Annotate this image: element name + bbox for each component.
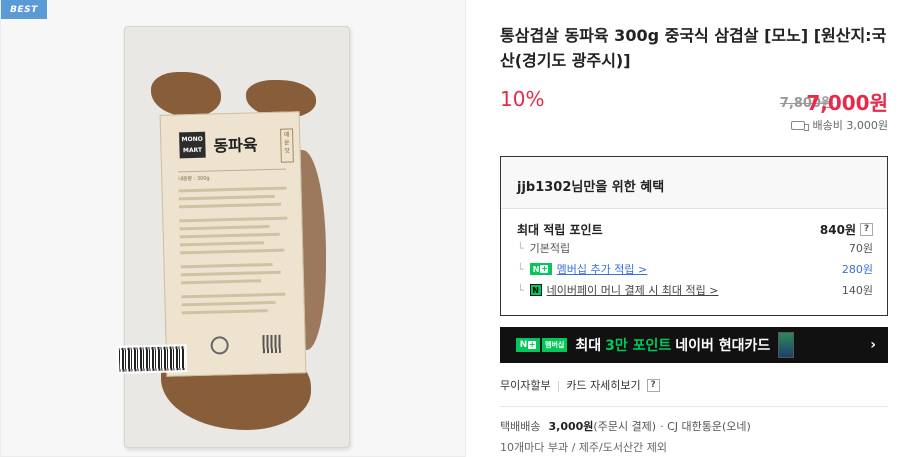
membership-badge: N + 멤버십 — [516, 338, 568, 352]
discount-rate: 10% — [500, 87, 545, 111]
divider — [500, 406, 888, 407]
payment-links: 무이자할부 | 카드 자세히보기 ? — [500, 377, 660, 393]
tree-branch-icon: └ — [517, 241, 524, 255]
product-title: 통삼겹살 동파육 300g 중국식 삼겹살 [모노] [원산지:국산(경기도 광… — [500, 26, 887, 70]
label-weight: 내용량 : 300g — [178, 175, 210, 183]
label-divider — [178, 168, 287, 173]
npay-points-row: └ N 네이버페이 머니 결제 시 최대 적립 > 140원 — [517, 280, 873, 300]
delivery-carrier: · CJ 대한통운(오네) — [660, 420, 751, 433]
delivery-fee-note: (주문시 결제) — [593, 420, 657, 433]
product-image[interactable]: BEST MONO MART 동파육 매운맛 내용량 : 300g — [0, 0, 466, 457]
npay-points-value: 140원 — [841, 284, 873, 297]
qr-code — [262, 334, 281, 354]
naver-pay-icon: N — [529, 284, 542, 296]
label-title: 동파육 — [213, 135, 258, 156]
help-icon[interactable]: ? — [860, 222, 873, 236]
npay-points-link[interactable]: 네이버페이 머니 결제 시 최대 적립 > — [547, 282, 719, 298]
basic-points-row: └ 기본적립 70원 — [517, 238, 873, 258]
banner-text-prefix: 최대 — [575, 338, 602, 354]
delivery-type: 택배배송 — [500, 420, 541, 433]
delivery-note: 10개마다 부과 / 제주/도서산간 제외 — [500, 441, 667, 454]
chevron-right-icon: › — [870, 337, 876, 353]
benefit-box: jjb1302님만을 위한 혜택 최대 적립 포인트 840원 ? └ 기본적립… — [500, 156, 888, 316]
brand-logo: MONO MART — [179, 131, 206, 159]
product-label: MONO MART 동파육 매운맛 내용량 : 300g — [159, 111, 307, 377]
max-points-value: 840원 — [819, 222, 856, 237]
membership-points-value: 280원 — [841, 263, 873, 276]
membership-points-row: └ N + 멤버십 추가 적립 > 280원 — [517, 259, 873, 279]
basic-points-value: 70원 — [848, 242, 873, 255]
max-points-row: 최대 적립 포인트 840원 ? — [517, 219, 873, 239]
help-icon[interactable]: ? — [646, 378, 660, 392]
basic-points-label: 기본적립 — [529, 242, 571, 255]
truck-icon — [790, 120, 809, 131]
credit-card-icon — [778, 332, 795, 358]
banner-text-suffix: 네이버 현대카드 — [675, 338, 771, 354]
tree-branch-icon: └ — [517, 262, 524, 276]
shipping-fee: 배송비 3,000원 — [790, 117, 888, 133]
recycle-icon — [210, 336, 229, 355]
membership-points-link[interactable]: 멤버십 추가 적립 > — [557, 261, 648, 277]
banner-text-highlight: 3만 포인트 — [605, 338, 672, 354]
shipping-fee-text: 배송비 3,000원 — [812, 119, 888, 132]
separator: | — [556, 378, 561, 392]
installment-link[interactable]: 무이자할부 — [500, 377, 551, 393]
naver-hyundai-card-banner[interactable]: N + 멤버십 최대 3만 포인트 네이버 현대카드 › — [500, 327, 888, 363]
delivery-fee: 3,000원 — [548, 420, 594, 433]
naver-plus-icon: N + — [516, 338, 540, 352]
barcode — [116, 344, 188, 374]
product-detail-page: BEST MONO MART 동파육 매운맛 내용량 : 300g 통삼겹살 동… — [0, 0, 913, 457]
naver-plus-membership-icon: N + — [529, 263, 552, 275]
label-tag: 매운맛 — [279, 128, 294, 163]
best-badge: BEST — [1, 0, 47, 19]
max-points-label: 최대 적립 포인트 — [517, 222, 603, 237]
benefit-header: jjb1302님만을 위한 혜택 — [501, 157, 887, 209]
sale-price: 7,000원 — [806, 91, 888, 115]
delivery-info: 택배배송 3,000원 (주문시 결제) · CJ 대한통운(오네) — [500, 418, 751, 434]
card-detail-link[interactable]: 카드 자세히보기 — [566, 377, 640, 393]
tree-branch-icon: └ — [517, 283, 524, 297]
